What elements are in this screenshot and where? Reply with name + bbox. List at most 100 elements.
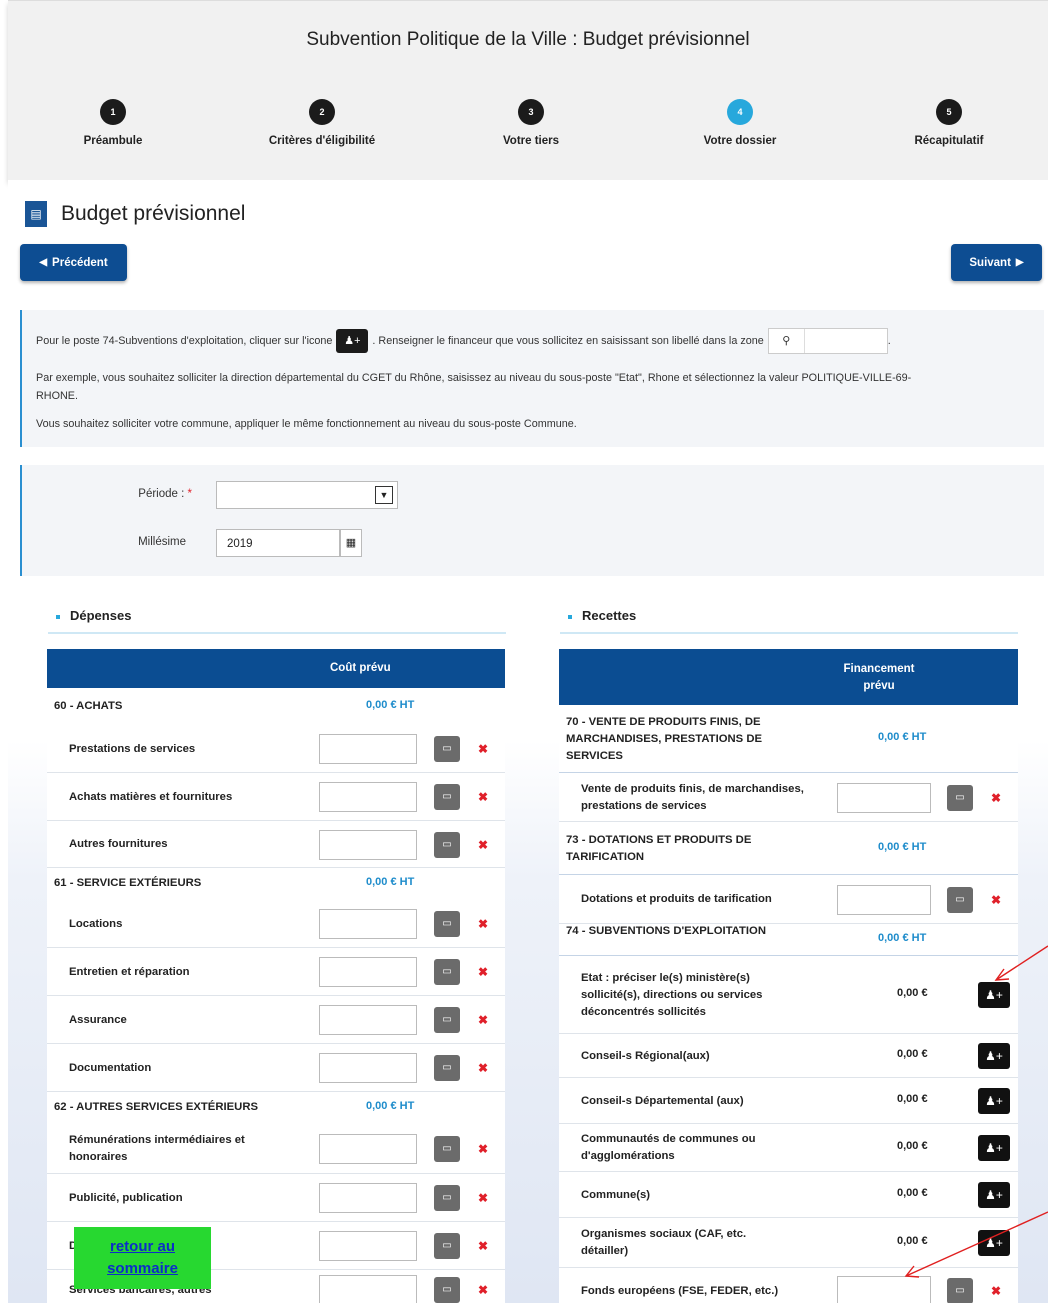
add-user-icon[interactable]: ♟+	[978, 1182, 1010, 1208]
period-form: Période : * ▼ Millésime 2019 ▦	[20, 465, 1044, 576]
add-user-icon[interactable]: ♟+	[978, 1088, 1010, 1114]
comment-icon[interactable]: ▭	[434, 1277, 460, 1303]
row-label: Entretien et réparation	[69, 965, 190, 978]
trash-icon[interactable]: ✖	[470, 1185, 496, 1211]
table-row: Locations ▭ ✖	[47, 900, 505, 948]
amount-input[interactable]	[319, 1005, 417, 1035]
row-label: Fonds européens (FSE, FEDER, etc.)	[581, 1284, 779, 1297]
amount-input[interactable]	[319, 829, 417, 860]
periode-label: Période : *	[138, 488, 192, 500]
amount-input[interactable]	[319, 1053, 417, 1083]
comment-icon[interactable]: ▭	[434, 1136, 460, 1162]
millesime-input[interactable]: 2019	[216, 529, 340, 557]
table-row: Commune(s) 0,00 € ♟+	[559, 1172, 1018, 1218]
calendar-icon[interactable]: ▦	[340, 529, 362, 557]
table-header: Coût prévu	[47, 649, 505, 688]
amount-input[interactable]	[319, 782, 417, 812]
table-row: Documentation ▭ ✖	[47, 1044, 505, 1092]
add-user-icon[interactable]: ♟+	[978, 1230, 1010, 1256]
trash-icon[interactable]: ✖	[470, 784, 496, 810]
add-user-icon[interactable]: ♟+	[978, 1043, 1010, 1069]
step-tiers[interactable]: 3 Votre tiers	[431, 99, 631, 147]
depenses-rows: 60 - ACHATS 0,00 € HT Prestations de servi…	[47, 688, 505, 1303]
row-label: Autres fournitures	[69, 838, 168, 850]
periode-select[interactable]: ▼	[216, 481, 398, 509]
comment-icon[interactable]: ▭	[434, 1055, 460, 1081]
row-label: Organismes sociaux (CAF, etc. détailler)	[581, 1228, 747, 1257]
comment-icon[interactable]: ▭	[434, 911, 460, 937]
category-amount: 0,00 € HT	[366, 876, 415, 888]
trash-icon[interactable]: ✖	[470, 831, 496, 858]
comment-icon[interactable]: ▭	[434, 1185, 460, 1211]
category-label: 74 - SUBVENTIONS D'EXPLOITATION	[566, 925, 766, 937]
row-label: Conseil-s Départemental (aux)	[581, 1094, 744, 1107]
comment-icon[interactable]: ▭	[434, 959, 460, 985]
step-criteres[interactable]: 2 Critères d'éligibilité	[222, 99, 422, 147]
table-row: Achats matières et fournitures ▭ ✖	[47, 773, 505, 821]
amount-input[interactable]	[319, 1275, 417, 1303]
amount-input[interactable]	[319, 909, 417, 939]
amount-input[interactable]	[837, 1276, 931, 1303]
trash-icon[interactable]: ✖	[983, 886, 1009, 913]
amount-input[interactable]	[319, 1231, 417, 1261]
trash-icon[interactable]: ✖	[470, 959, 496, 985]
amount-input[interactable]	[837, 782, 931, 813]
trash-icon[interactable]: ✖	[470, 911, 496, 937]
amount-input[interactable]	[319, 957, 417, 987]
trash-icon[interactable]: ✖	[470, 1055, 496, 1081]
step-dossier[interactable]: 4 Votre dossier	[640, 99, 840, 147]
table-row: Assurance ▭ ✖	[47, 996, 505, 1044]
return-link-line-1[interactable]: retour au	[110, 1236, 175, 1258]
add-user-icon[interactable]: ♟+	[978, 1135, 1010, 1161]
millesime-label: Millésime	[138, 536, 186, 548]
amount-input[interactable]	[319, 734, 417, 764]
divider	[560, 632, 1018, 634]
trash-icon[interactable]: ✖	[470, 1277, 496, 1303]
next-button[interactable]: Suivant ▶	[951, 244, 1042, 281]
table-row: Autres fournitures ▭ ✖	[47, 821, 505, 868]
info-line-2: Par exemple, vous souhaitez solliciter l…	[36, 372, 912, 384]
category-row: 60 - ACHATS 0,00 € HT	[47, 688, 505, 725]
category-amount: 0,00 € HT	[878, 731, 927, 743]
comment-icon[interactable]: ▭	[434, 784, 460, 810]
comment-icon[interactable]: ▭	[947, 1278, 973, 1303]
previous-button[interactable]: ◀ Précédent	[20, 244, 127, 281]
category-amount: 0,00 € HT	[878, 840, 927, 853]
step-recapitulatif[interactable]: 5 Récapitulatif	[849, 99, 1048, 147]
table-row: Conseil-s Régional(aux) 0,00 € ♟+	[559, 1034, 1018, 1078]
comment-icon[interactable]: ▭	[434, 1007, 460, 1033]
row-amount: 0,00 €	[897, 1235, 928, 1247]
amount-input[interactable]	[837, 884, 931, 915]
return-to-summary-link[interactable]: retour au sommaire	[74, 1227, 211, 1289]
category-amount: 0,00 € HT	[366, 698, 415, 711]
comment-icon[interactable]: ▭	[434, 831, 460, 858]
step-label: Votre tiers	[502, 135, 560, 147]
category-label: 61 - SERVICE EXTÉRIEURS	[54, 877, 202, 889]
step-number: 5	[936, 99, 962, 125]
trash-icon[interactable]: ✖	[470, 1136, 496, 1162]
row-label: Publicité, publication	[69, 1191, 183, 1204]
return-link-line-2[interactable]: sommaire	[107, 1258, 178, 1280]
depenses-section-title: Dépenses	[56, 608, 131, 623]
row-amount: 0,00 €	[897, 1048, 928, 1060]
page-title: Budget prévisionnel	[61, 202, 246, 225]
add-user-icon[interactable]: ♟+	[978, 982, 1010, 1008]
comment-icon[interactable]: ▭	[947, 784, 973, 811]
trash-icon[interactable]: ✖	[470, 736, 496, 762]
row-label: Achats matières et fournitures	[69, 790, 233, 803]
table-row: Organismes sociaux (CAF, etc. détailler)…	[559, 1218, 1018, 1268]
comment-icon[interactable]: ▭	[434, 736, 460, 762]
amount-input[interactable]	[319, 1134, 417, 1164]
trash-icon[interactable]: ✖	[983, 784, 1009, 811]
comment-icon[interactable]: ▭	[947, 886, 973, 913]
trash-icon[interactable]: ✖	[470, 1007, 496, 1033]
amount-input[interactable]	[319, 1183, 417, 1213]
comment-icon[interactable]: ▭	[434, 1233, 460, 1259]
row-label: Commune(s)	[581, 1188, 651, 1201]
recettes-rows: 70 - VENTE DE PRODUITS FINIS, DE MARCHAN…	[559, 705, 1018, 1303]
trash-icon[interactable]: ✖	[470, 1233, 496, 1259]
step-preambule[interactable]: 1 Préambule	[13, 99, 213, 147]
trash-icon[interactable]: ✖	[983, 1278, 1009, 1303]
row-amount: 0,00 €	[897, 1140, 928, 1152]
info-line-2b: RHONE.	[36, 390, 78, 402]
